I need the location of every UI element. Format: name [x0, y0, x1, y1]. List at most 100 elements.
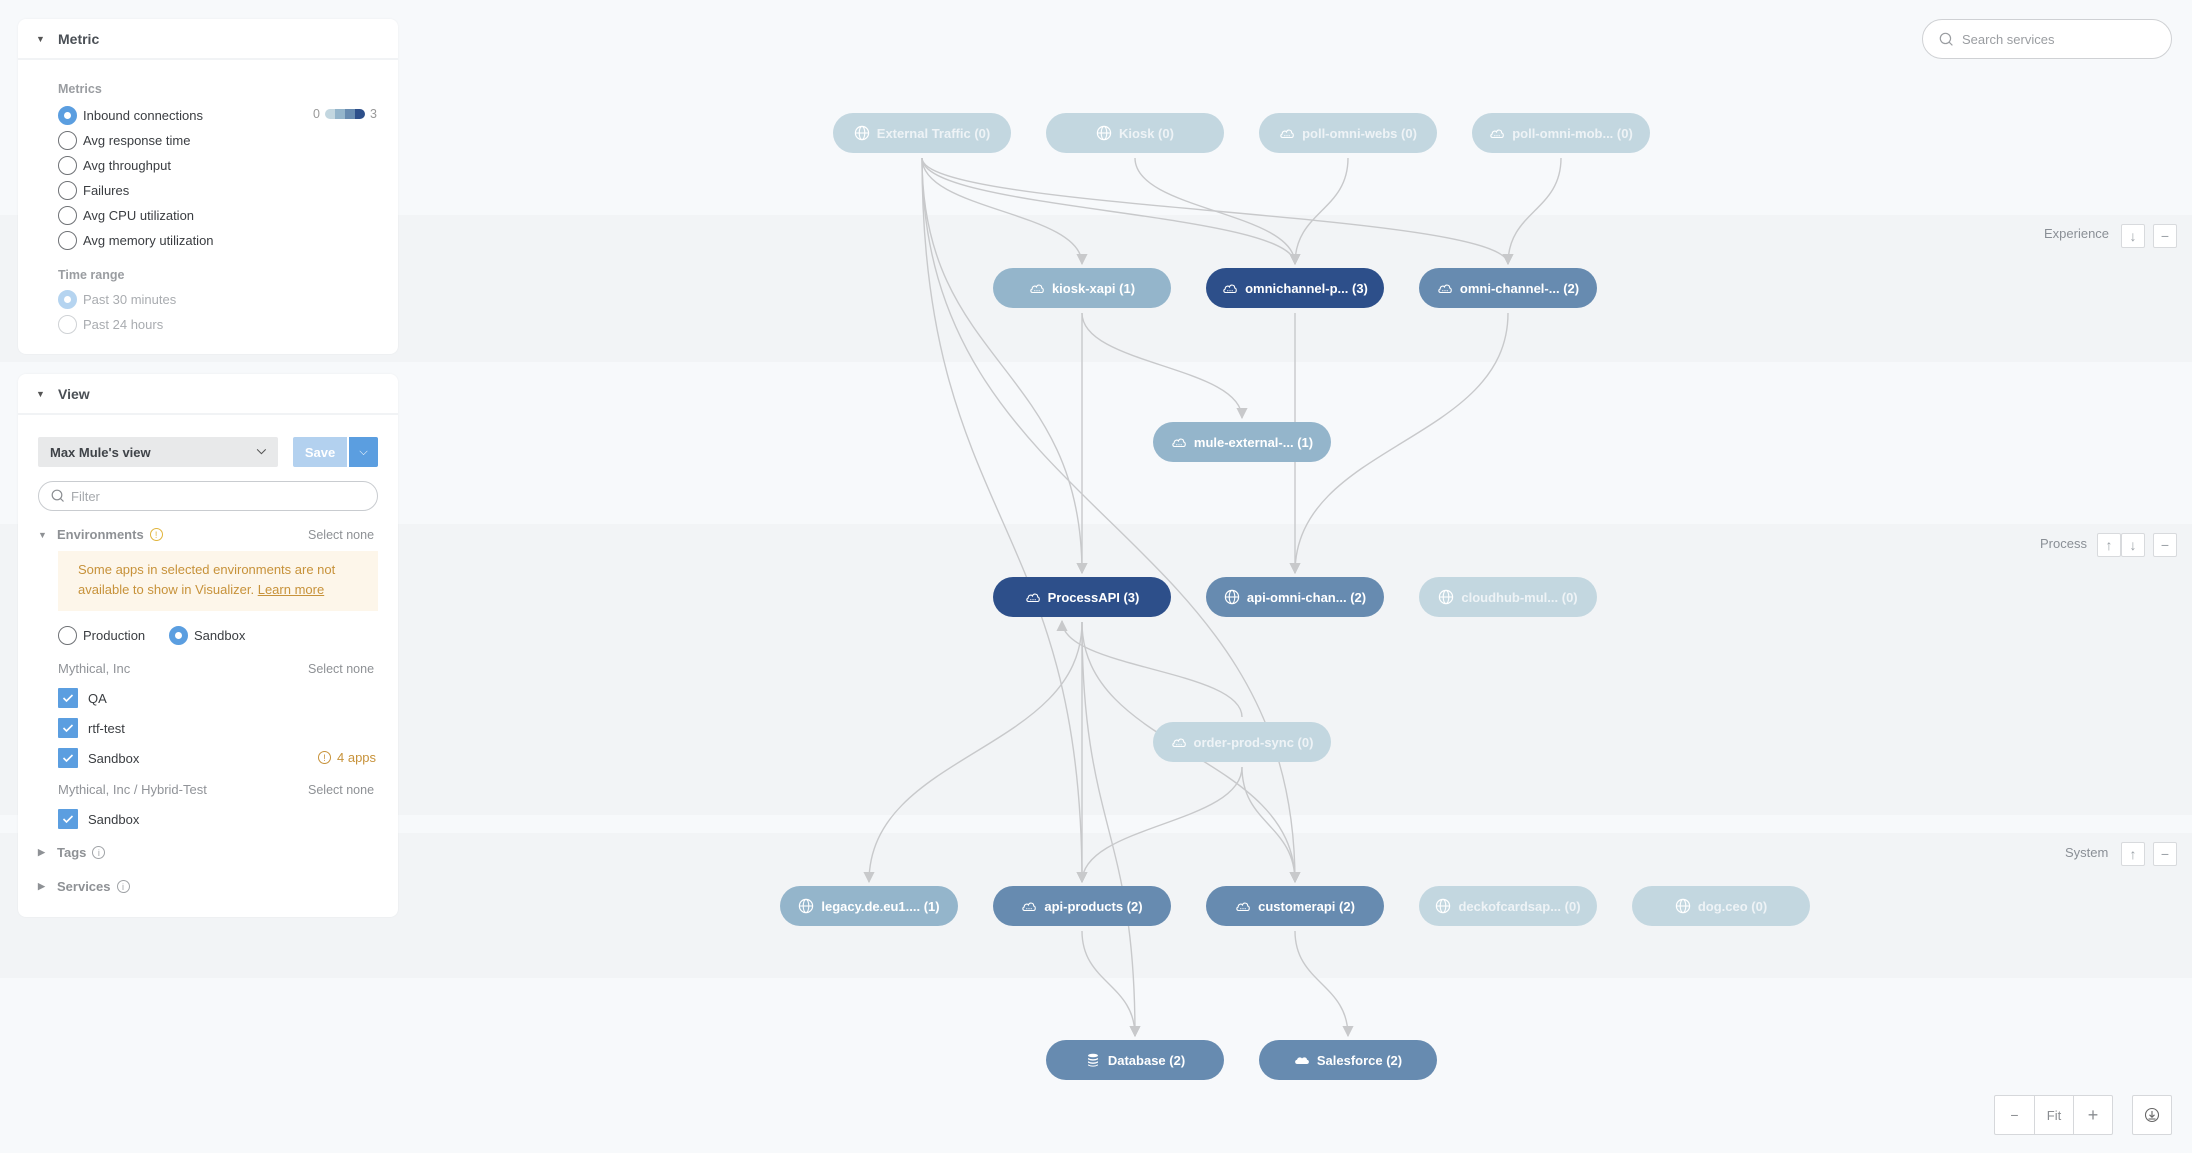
- metric-panel-header[interactable]: ▼ Metric: [18, 19, 398, 60]
- environment-type-option[interactable]: Sandbox: [169, 625, 245, 645]
- metric-radio[interactable]: [58, 155, 77, 175]
- environments-toggle[interactable]: ▼ Environments !: [38, 527, 163, 542]
- service-node-label: External Traffic (0): [876, 125, 991, 141]
- service-node[interactable]: Kiosk (0): [1046, 113, 1224, 153]
- environment-checkbox[interactable]: [58, 809, 78, 829]
- save-options-dropdown[interactable]: ⌵: [349, 437, 378, 467]
- environment-type-radio[interactable]: [58, 625, 77, 645]
- service-node[interactable]: legacy.de.eu1.... (1): [780, 886, 958, 926]
- time-range-option[interactable]: Past 30 minutes: [58, 289, 176, 309]
- save-view-button[interactable]: Save: [293, 437, 347, 467]
- search-services-input[interactable]: [1962, 31, 2152, 47]
- metric-radio[interactable]: [58, 180, 77, 200]
- metric-color-scale: 0 3: [313, 107, 377, 121]
- zoom-controls: − Fit +: [1994, 1095, 2113, 1135]
- cloud-icon: [1021, 898, 1037, 914]
- zoom-in-button[interactable]: +: [2073, 1096, 2112, 1134]
- service-node[interactable]: api-products (2): [993, 886, 1171, 926]
- metric-option[interactable]: Avg response time: [58, 130, 190, 150]
- salesforce-icon: [1294, 1052, 1310, 1068]
- environment-group-select-none[interactable]: Select none: [308, 783, 374, 797]
- time-range-radio[interactable]: [58, 314, 77, 334]
- service-node[interactable]: poll-omni-webs (0): [1259, 113, 1437, 153]
- search-services-field[interactable]: [1922, 19, 2172, 59]
- environment-checkbox-row[interactable]: QA: [58, 688, 107, 708]
- time-range-label: Time range: [58, 268, 125, 282]
- service-node-label: Kiosk (0): [1119, 125, 1174, 141]
- warning-icon: !: [318, 751, 331, 764]
- environment-label: Sandbox: [88, 811, 140, 827]
- environment-checkbox-row[interactable]: Sandbox: [58, 748, 139, 768]
- service-node[interactable]: kiosk-xapi (1): [993, 268, 1171, 308]
- checkmark-icon: [62, 754, 74, 763]
- learn-more-link[interactable]: Learn more: [258, 582, 324, 597]
- apps-warning: ! 4 apps: [318, 750, 376, 765]
- service-node[interactable]: poll-omni-mob... (0): [1472, 113, 1650, 153]
- download-button[interactable]: [2132, 1095, 2172, 1135]
- metric-radio[interactable]: [58, 205, 77, 225]
- view-panel-header[interactable]: ▼ View: [18, 374, 398, 415]
- metric-option[interactable]: Failures: [58, 180, 129, 200]
- download-icon: [2144, 1107, 2160, 1123]
- saved-view-select[interactable]: Max Mule's view ⌵: [38, 437, 278, 467]
- service-node[interactable]: omni-channel-... (2): [1419, 268, 1597, 308]
- service-node[interactable]: ProcessAPI (3): [993, 577, 1171, 617]
- dependency-edge: [921, 157, 1088, 575]
- service-node-label: api-products (2): [1044, 898, 1143, 914]
- tags-toggle[interactable]: ▶ Tags i: [38, 845, 106, 860]
- service-node-label: omni-channel-... (2): [1459, 280, 1580, 296]
- metric-panel-title: Metric: [58, 30, 100, 47]
- environment-checkbox-row[interactable]: rtf-test: [58, 718, 125, 738]
- metric-option[interactable]: Inbound connections: [58, 105, 203, 125]
- environment-checkbox-row[interactable]: Sandbox: [58, 809, 139, 829]
- info-icon: i: [92, 846, 106, 859]
- metric-option[interactable]: Avg memory utilization: [58, 230, 214, 250]
- time-range-radio[interactable]: [58, 289, 77, 309]
- dependency-edge: [863, 621, 1083, 884]
- zoom-out-button[interactable]: −: [1995, 1096, 2034, 1134]
- environments-select-none[interactable]: Select none: [308, 528, 374, 542]
- collapse-triangle-icon: ▼: [36, 33, 45, 44]
- service-node[interactable]: omnichannel-p... (3): [1206, 268, 1384, 308]
- environment-type-radio[interactable]: [169, 625, 188, 645]
- filter-field[interactable]: [38, 481, 378, 511]
- environment-checkbox[interactable]: [58, 718, 78, 738]
- service-node[interactable]: api-omni-chan... (2): [1206, 577, 1384, 617]
- dependency-edge: [1134, 157, 1301, 266]
- cloud-icon: [1029, 280, 1045, 296]
- expand-triangle-icon: ▼: [38, 529, 47, 540]
- environment-type-label: Production: [83, 627, 146, 643]
- service-node-label: dog.ceo (0): [1697, 898, 1768, 914]
- service-node[interactable]: Database (2): [1046, 1040, 1224, 1080]
- cloud-icon: [1222, 280, 1238, 296]
- service-node[interactable]: deckofcardsap... (0): [1419, 886, 1597, 926]
- environment-checkbox[interactable]: [58, 748, 78, 768]
- service-node-label: poll-omni-webs (0): [1302, 125, 1417, 141]
- service-node[interactable]: External Traffic (0): [833, 113, 1011, 153]
- metric-option[interactable]: Avg CPU utilization: [58, 205, 194, 225]
- filter-input[interactable]: [71, 488, 351, 504]
- globe-icon: [854, 125, 870, 141]
- service-node[interactable]: Salesforce (2): [1259, 1040, 1437, 1080]
- environment-group-select-none[interactable]: Select none: [308, 662, 374, 676]
- service-node[interactable]: cloudhub-mul... (0): [1419, 577, 1597, 617]
- time-range-option[interactable]: Past 24 hours: [58, 314, 163, 334]
- service-node[interactable]: customerapi (2): [1206, 886, 1384, 926]
- metric-radio[interactable]: [58, 230, 77, 250]
- service-node[interactable]: mule-external-... (1): [1153, 422, 1331, 462]
- metric-radio[interactable]: [58, 130, 77, 150]
- metric-option[interactable]: Avg throughput: [58, 155, 171, 175]
- service-node[interactable]: dog.ceo (0): [1632, 886, 1810, 926]
- expand-triangle-icon: ▶: [38, 847, 45, 857]
- metric-option-label: Inbound connections: [83, 107, 203, 123]
- metric-radio[interactable]: [58, 105, 77, 125]
- environment-label: Sandbox: [88, 750, 140, 766]
- zoom-fit-button[interactable]: Fit: [2034, 1096, 2073, 1134]
- environment-type-option[interactable]: Production: [58, 625, 145, 645]
- metric-option-label: Avg throughput: [83, 157, 171, 173]
- metric-option-label: Failures: [83, 182, 130, 198]
- environment-label: QA: [88, 690, 107, 706]
- services-toggle[interactable]: ▶ Services i: [38, 879, 130, 894]
- service-node[interactable]: order-prod-sync (0): [1153, 722, 1331, 762]
- environment-checkbox[interactable]: [58, 688, 78, 708]
